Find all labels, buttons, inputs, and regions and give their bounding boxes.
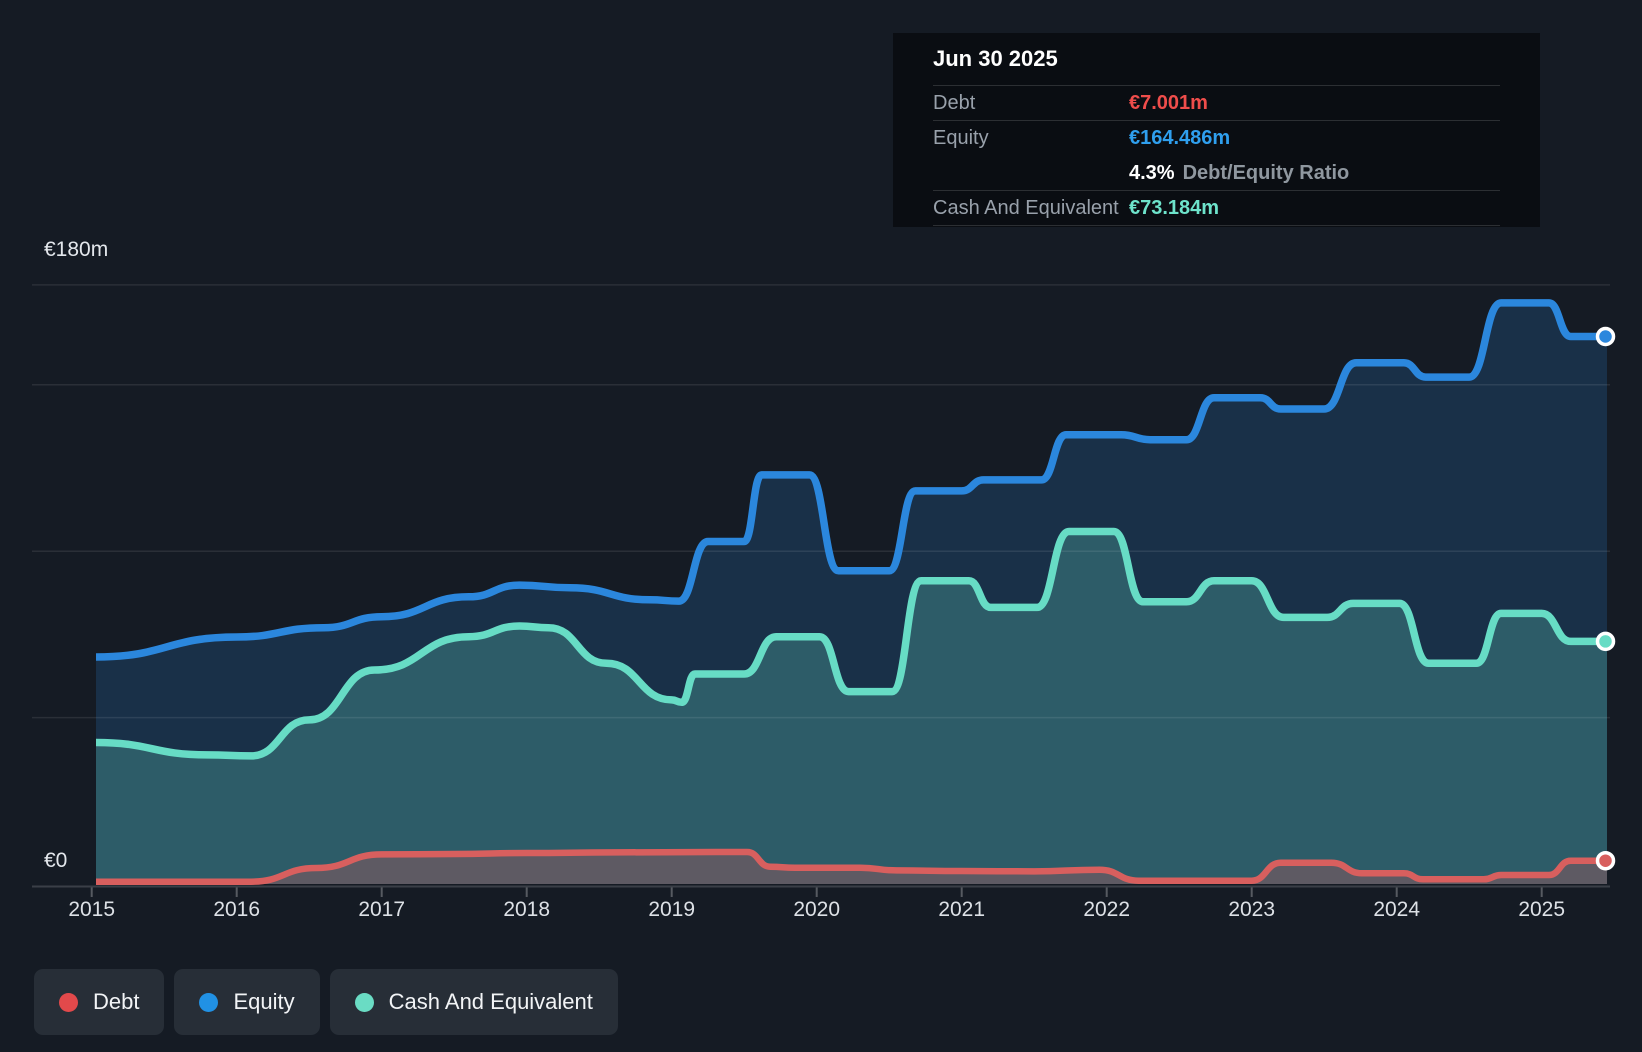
tooltip-row-ratio: 4.3% Debt/Equity Ratio bbox=[933, 156, 1500, 191]
x-axis-label-2021: 2021 bbox=[938, 898, 986, 921]
tooltip-debt-value: €7.001m bbox=[1129, 91, 1208, 114]
x-axis-label-2024: 2024 bbox=[1373, 898, 1421, 921]
tooltip-equity-label: Equity bbox=[933, 127, 989, 149]
chart-tooltip: Jun 30 2025 Debt €7.001m Equity €164.486… bbox=[893, 33, 1540, 227]
tooltip-ratio-value: 4.3% bbox=[1129, 161, 1175, 184]
equity-end-marker bbox=[1595, 326, 1616, 347]
tooltip-ratio-label: Debt/Equity Ratio bbox=[1182, 161, 1350, 184]
tooltip-row-debt: Debt €7.001m bbox=[933, 86, 1500, 121]
x-axis-label-2019: 2019 bbox=[648, 898, 696, 921]
cash-and-equivalent-end-marker bbox=[1595, 631, 1616, 652]
tooltip-row-cash: Cash And Equivalent €73.184m bbox=[933, 191, 1500, 226]
legend-cash-label: Cash And Equivalent bbox=[388, 989, 593, 1014]
x-axis-label-2023: 2023 bbox=[1228, 898, 1276, 921]
y-axis-zero-label: €0 bbox=[44, 849, 68, 872]
debt-end-marker bbox=[1595, 850, 1616, 871]
legend-debt-label: Debt bbox=[93, 989, 140, 1014]
equity-series-dot-icon bbox=[199, 992, 219, 1012]
tooltip-debt-label: Debt bbox=[933, 91, 976, 114]
legend-item-equity[interactable]: Equity bbox=[174, 969, 320, 1035]
tooltip-cash-label: Cash And Equivalent bbox=[933, 196, 1119, 219]
tooltip-row-equity: Equity €164.486m bbox=[933, 121, 1500, 156]
legend-equity-label: Equity bbox=[233, 989, 295, 1014]
x-axis-label-2022: 2022 bbox=[1083, 898, 1131, 921]
tooltip-equity-value: €164.486m bbox=[1129, 127, 1231, 149]
x-axis-label-2017: 2017 bbox=[358, 898, 406, 921]
x-axis-labels: 2015 2016 2017 2018 2019 2020 2021 2022 2023 2024… bbox=[0, 897, 1642, 923]
tooltip-date: Jun 30 2025 bbox=[933, 33, 1500, 86]
x-axis-label-2018: 2018 bbox=[503, 898, 551, 921]
x-axis-label-2016: 2016 bbox=[213, 898, 261, 921]
x-axis-label-2020: 2020 bbox=[793, 898, 841, 921]
chart-legend: Debt Equity Cash And Equivalent bbox=[34, 969, 618, 1035]
legend-item-cash[interactable]: Cash And Equivalent bbox=[329, 969, 618, 1035]
debt-series-dot-icon bbox=[59, 992, 78, 1012]
y-axis-max-label: €180m bbox=[44, 238, 109, 261]
x-axis-label-2025: 2025 bbox=[1518, 898, 1566, 921]
legend-item-debt[interactable]: Debt bbox=[34, 969, 165, 1035]
tooltip-cash-value: €73.184m bbox=[1129, 196, 1220, 219]
x-axis-label-2015: 2015 bbox=[68, 898, 116, 921]
cash-series-dot-icon bbox=[354, 992, 374, 1012]
